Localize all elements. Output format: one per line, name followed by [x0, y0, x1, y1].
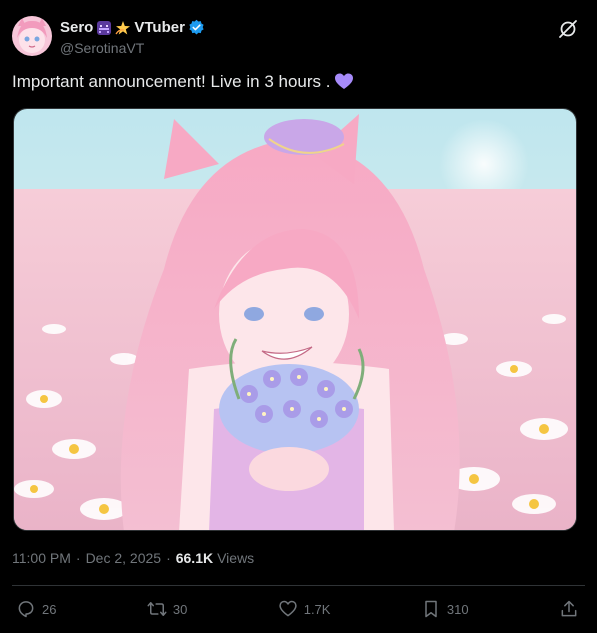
- like-button[interactable]: 1.7K: [278, 599, 331, 619]
- verified-badge-icon[interactable]: [188, 19, 205, 36]
- display-name[interactable]: Sero: [60, 19, 93, 36]
- bookmark-count: 310: [446, 601, 469, 617]
- tweet-header: Sero VTuber @SerotinaVT: [12, 14, 585, 58]
- purple-heart-emoji: [335, 73, 354, 89]
- author-names: Sero VTuber @SerotinaVT: [60, 18, 205, 56]
- reply-button[interactable]: 26: [16, 599, 56, 619]
- action-bar: 26 30 1.7K 310: [16, 597, 579, 621]
- repost-icon: [147, 602, 167, 616]
- display-name-row[interactable]: Sero VTuber: [60, 18, 205, 37]
- display-name-suffix[interactable]: VTuber: [134, 19, 185, 36]
- tweet-date[interactable]: Dec 2, 2025: [86, 550, 162, 566]
- reply-icon: [18, 601, 34, 618]
- reply-count: 26: [42, 601, 57, 617]
- bookmark-icon: [425, 600, 437, 618]
- tweet-card: Sero VTuber @SerotinaVT Important announ…: [0, 0, 597, 633]
- share-button[interactable]: [559, 599, 579, 619]
- like-count: 1.7K: [303, 601, 331, 617]
- author-handle[interactable]: @SerotinaVT: [60, 40, 205, 56]
- tweet-text: Important announcement! Live in 3 hours …: [12, 72, 354, 92]
- meta-separator: ·: [75, 550, 81, 566]
- share-icon: [561, 600, 577, 617]
- views-count[interactable]: 66.1K: [176, 550, 213, 566]
- tweet-image[interactable]: [13, 108, 577, 531]
- bookmark-button[interactable]: 310: [421, 599, 469, 619]
- tweet-time[interactable]: 11:00 PM: [12, 550, 71, 566]
- anime-girl-illustration: [14, 109, 576, 530]
- views-label[interactable]: Views: [217, 550, 254, 566]
- meta-separator: ·: [166, 550, 171, 566]
- repost-button[interactable]: 30: [147, 599, 187, 619]
- tweet-text-body: Important announcement! Live in 3 hours …: [12, 72, 331, 91]
- divider: [12, 585, 585, 586]
- avatar[interactable]: [12, 16, 52, 56]
- repost-count: 30: [172, 601, 188, 617]
- dizzy-star-emoji: [115, 20, 131, 34]
- grok-icon[interactable]: [557, 18, 579, 40]
- tweet-meta: 11:00 PM · Dec 2, 2025 · 66.1K Views: [12, 550, 254, 566]
- space-invader-emoji: [97, 20, 112, 35]
- heart-icon: [279, 600, 297, 617]
